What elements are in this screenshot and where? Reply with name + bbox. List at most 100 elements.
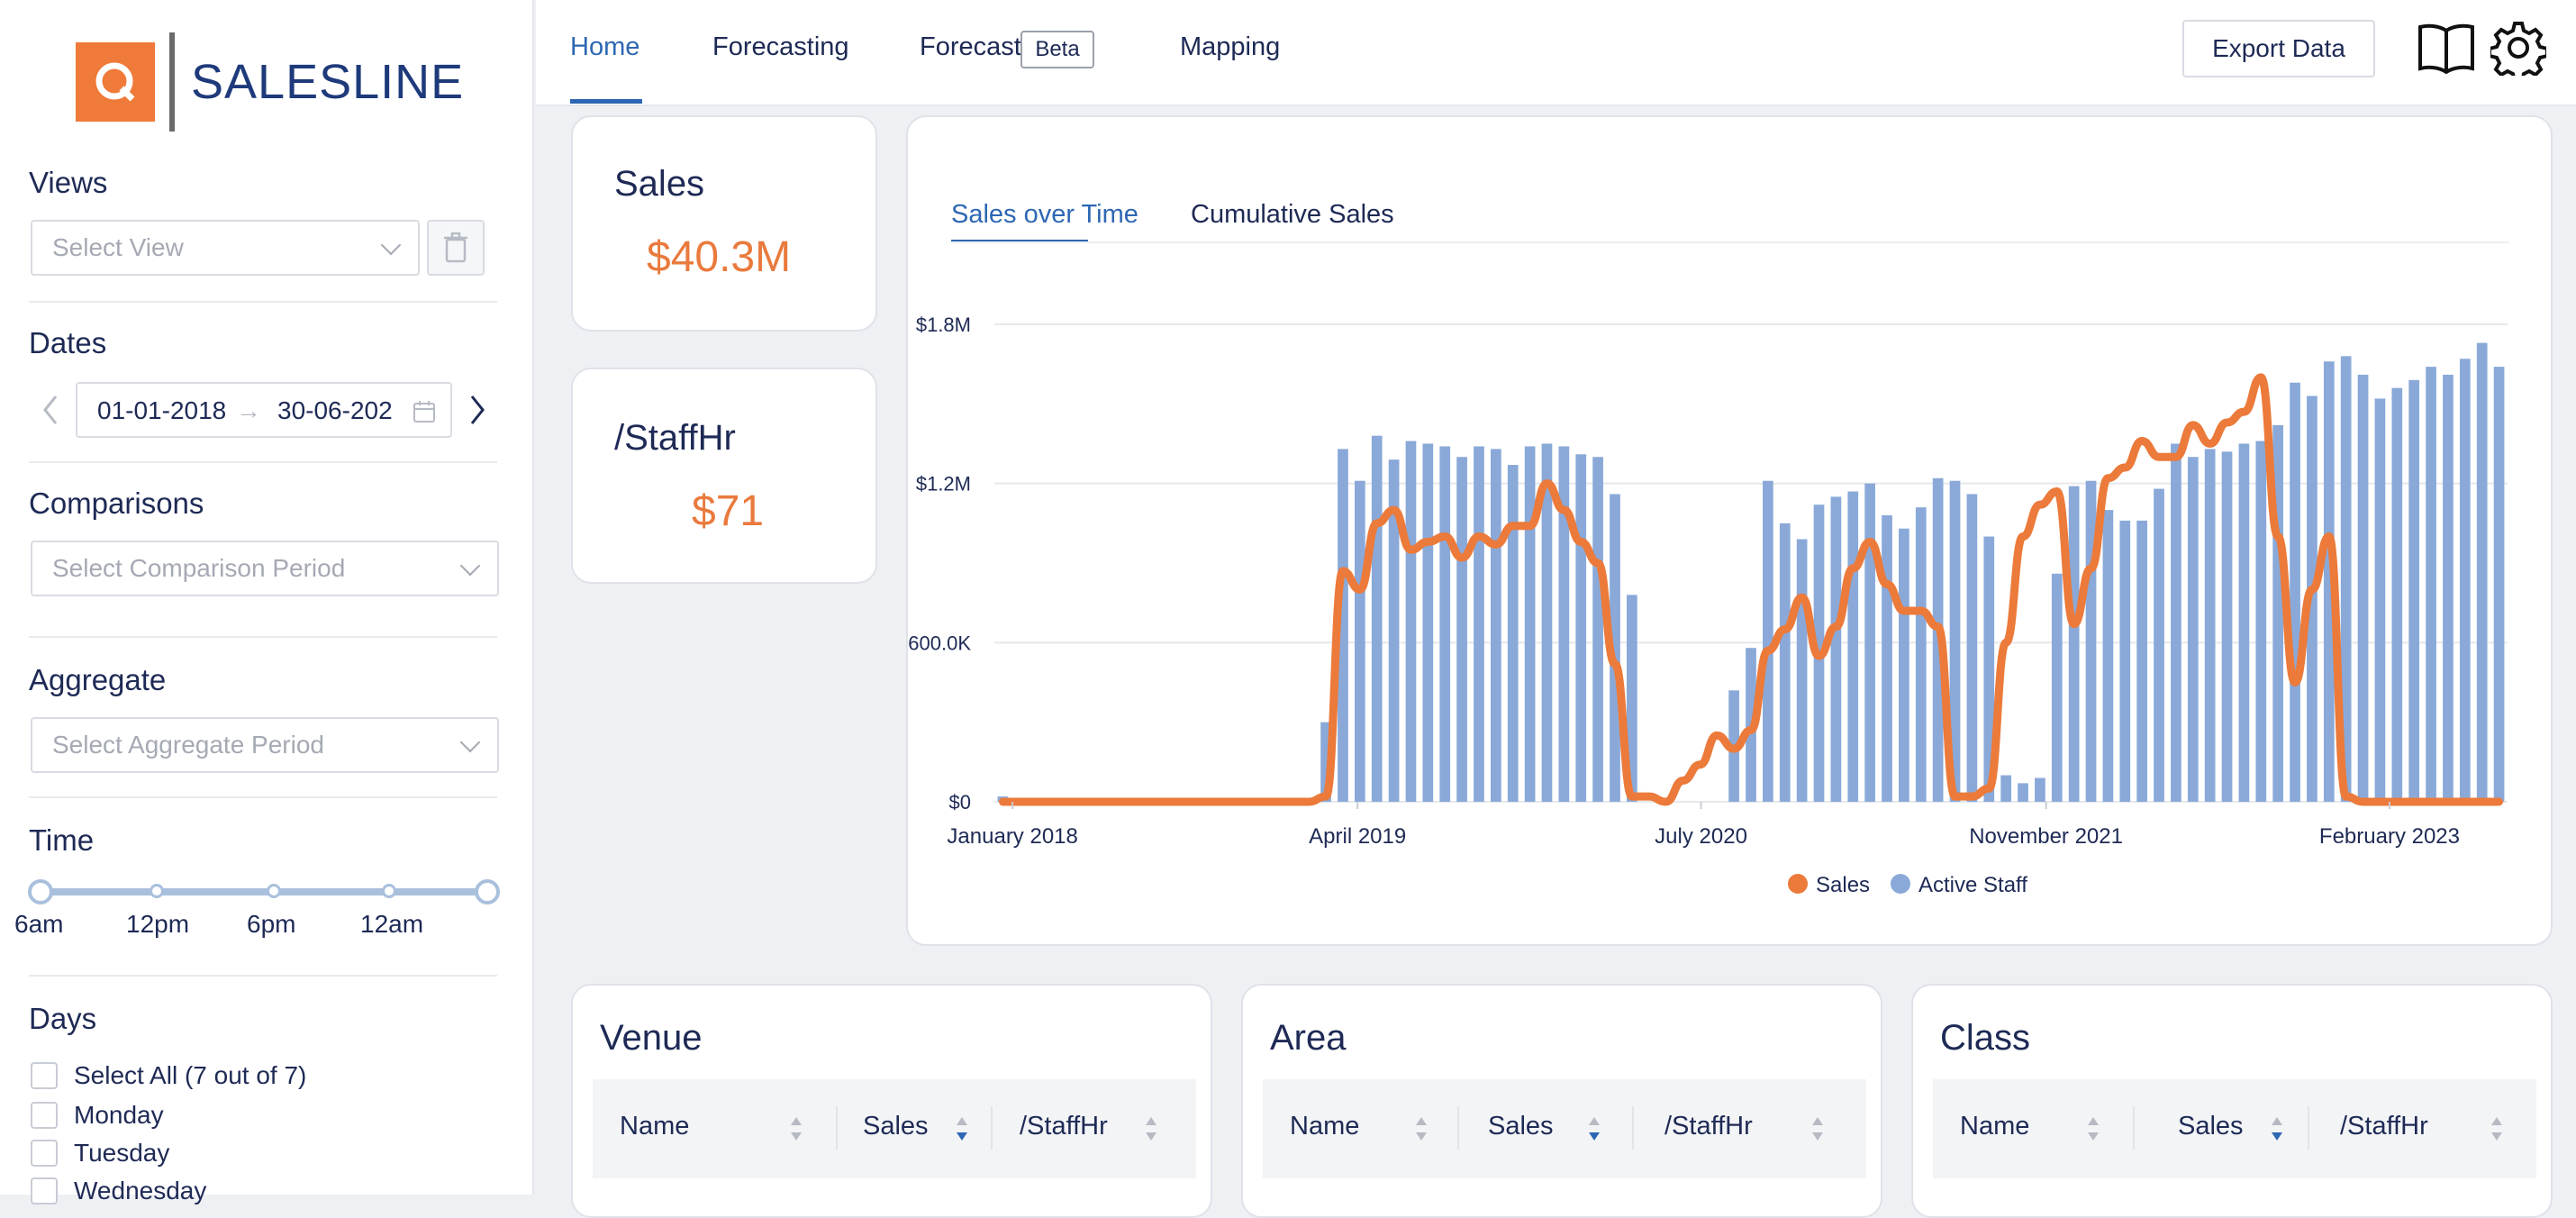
bar-active-staff[interactable] [1966,494,1978,802]
checkbox[interactable] [31,1062,58,1089]
bar-active-staff[interactable] [2238,443,2250,803]
bar-active-staff[interactable] [1882,515,1892,802]
time-slider-track[interactable] [41,888,487,895]
bar-active-staff[interactable] [2493,367,2505,802]
sort-icon[interactable] [789,1115,803,1142]
sort-desc-icon[interactable] [1587,1115,1601,1142]
end-date[interactable]: 30-06-202 [277,396,404,425]
column-header-name[interactable]: Name [1290,1112,1359,1141]
column-header-sales[interactable]: Sales [1488,1112,1554,1141]
bar-active-staff[interactable] [2171,443,2181,803]
bar-active-staff[interactable] [2018,783,2028,802]
sales-chart[interactable]: $0 $600.0K $1.2M $1.8M January 2018 April 201… [908,117,2553,946]
bar-active-staff[interactable] [2459,359,2471,802]
bar-active-staff[interactable] [2119,520,2131,802]
sort-desc-icon[interactable] [955,1115,969,1142]
bar-active-staff[interactable] [1796,539,1808,803]
day-checkbox-select-all[interactable]: Select All (7 out of 7) [31,1061,306,1090]
chevron-left-icon[interactable] [40,393,61,427]
time-slider-start-handle[interactable] [28,879,53,904]
tab-forecast-beta[interactable]: Forecast [920,32,1021,62]
bar-active-staff[interactable] [2408,379,2420,802]
book-icon[interactable] [2417,22,2476,74]
bar-active-staff[interactable] [2443,374,2454,802]
checkbox[interactable] [31,1102,58,1129]
view-select[interactable]: Select View [31,220,420,276]
time-slider-end-handle[interactable] [475,879,500,904]
bar-active-staff[interactable] [1915,507,1927,802]
aggregate-select[interactable]: Select Aggregate Period [31,717,499,773]
bar-active-staff[interactable] [1524,446,1536,802]
legend-sales-marker [1788,874,1808,894]
logo-divider [169,32,175,132]
tab-home[interactable]: Home [570,32,639,62]
bar-active-staff[interactable] [2000,775,2011,802]
column-header-sales[interactable]: Sales [2178,1112,2244,1141]
sort-icon[interactable] [1414,1115,1429,1142]
bar-active-staff[interactable] [1474,446,1484,802]
column-header-sales[interactable]: Sales [863,1112,929,1141]
column-header-name[interactable]: Name [620,1112,689,1141]
tab-mapping[interactable]: Mapping [1180,32,1280,62]
sort-icon[interactable] [1144,1115,1158,1142]
column-header-name[interactable]: Name [1960,1112,2029,1141]
gear-icon[interactable] [2490,20,2546,76]
date-range-picker[interactable]: 01-01-2018 → 30-06-202 [76,382,452,438]
bar-active-staff[interactable] [1439,446,1451,802]
bar-active-staff[interactable] [2068,486,2080,802]
day-checkbox-monday[interactable]: Monday [31,1101,164,1130]
tab-forecasting[interactable]: Forecasting [712,32,849,62]
beta-badge: Beta [1020,31,1094,68]
checkbox[interactable] [31,1140,58,1167]
bar-active-staff[interactable] [1779,523,1791,802]
bar-active-staff[interactable] [2051,573,2063,802]
bar-active-staff[interactable] [2085,480,2097,802]
bar-active-staff[interactable] [1354,480,1365,802]
delete-view-button[interactable] [427,220,485,276]
bar-active-staff[interactable] [2136,520,2148,802]
start-date[interactable]: 01-01-2018 [97,396,226,425]
bar-active-staff[interactable] [1864,483,1875,802]
sort-icon[interactable] [2490,1115,2504,1142]
bar-active-staff[interactable] [1491,449,1501,802]
bar-active-staff[interactable] [2255,441,2267,802]
comparison-select[interactable]: Select Comparison Period [31,541,499,596]
legend-sales-label[interactable]: Sales [1816,873,1870,897]
chevron-right-icon[interactable] [467,393,488,427]
bar-active-staff[interactable] [2426,367,2436,802]
sort-icon[interactable] [2086,1115,2100,1142]
export-data-button[interactable]: Export Data [2182,20,2375,77]
bar-active-staff[interactable] [1592,457,1603,802]
day-checkbox-tuesday[interactable]: Tuesday [31,1139,169,1168]
bar-active-staff[interactable] [1575,454,1587,802]
bar-active-staff[interactable] [2391,387,2403,802]
bar-active-staff[interactable] [1371,435,1383,802]
day-checkbox-wednesday[interactable]: Wednesday [31,1177,206,1205]
bar-active-staff[interactable] [2102,510,2114,802]
bar-active-staff[interactable] [2374,398,2386,802]
bar-active-staff[interactable] [1830,496,1842,802]
bar-active-staff[interactable] [2476,342,2488,802]
column-header-staffhr[interactable]: /StaffHr [1664,1112,1753,1141]
bar-active-staff[interactable] [1899,528,1909,802]
bar-active-staff[interactable] [2204,449,2216,802]
column-header-staffhr[interactable]: /StaffHr [1020,1112,1108,1141]
bar-active-staff[interactable] [2035,777,2045,803]
column-header-staffhr[interactable]: /StaffHr [2340,1112,2428,1141]
legend-staff-label[interactable]: Active Staff [1918,873,2027,897]
sort-icon[interactable] [1810,1115,1825,1142]
kpi-value: $40.3M [647,233,792,281]
bar-active-staff[interactable] [1405,441,1417,802]
bar-active-staff[interactable] [2357,374,2369,802]
bar-active-staff[interactable] [2290,382,2300,802]
bar-active-staff[interactable] [1507,465,1519,802]
bar-active-staff[interactable] [2187,457,2199,802]
bar-active-staff[interactable] [1422,443,1434,803]
bar-active-staff[interactable] [1847,491,1859,803]
time-slider-tick [267,884,281,898]
bar-active-staff[interactable] [1456,457,1467,802]
bar-active-staff[interactable] [2154,488,2164,802]
bar-active-staff[interactable] [2221,451,2233,802]
checkbox[interactable] [31,1177,58,1204]
sort-desc-icon[interactable] [2270,1115,2284,1142]
